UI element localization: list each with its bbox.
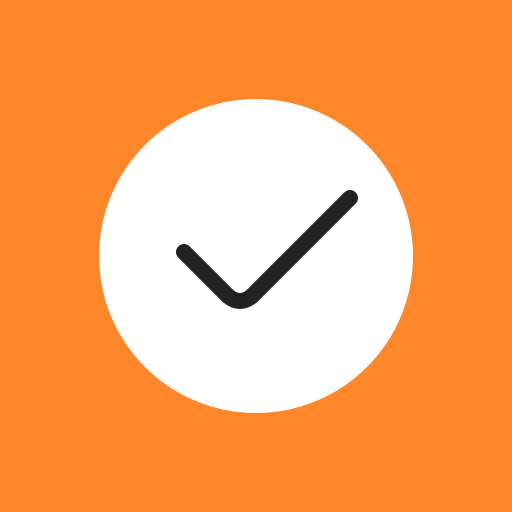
checkmark-icon (176, 190, 358, 309)
app-icon-background (0, 0, 512, 512)
